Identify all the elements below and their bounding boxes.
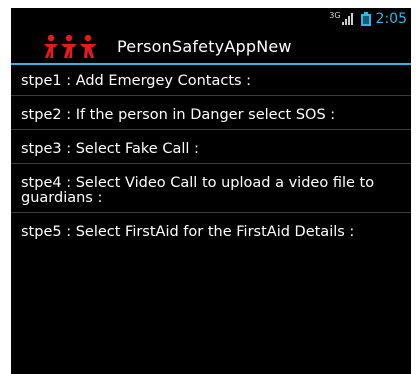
list-item: stpe4 : Select Video Call to upload a vi… [11, 172, 411, 213]
list-item: stpe5 : Select FirstAid for the FirstAid… [21, 224, 355, 240]
app-title: PersonSafetyAppNew [117, 37, 292, 56]
steps-list: stpe1 : Add Emergey Contacts : stpe2 : I… [11, 65, 411, 246]
list-item: stpe2 : If the person in Danger select S… [11, 104, 411, 130]
list-item: stpe1 : Add Emergey Contacts : [11, 70, 411, 96]
phone-screen: 3G 2:05 PersonSafetyAppNew stpe1: Add E… [11, 8, 411, 374]
action-bar: PersonSafetyAppNew [11, 30, 411, 65]
battery-icon [360, 12, 371, 26]
status-bar: 3G 2:05 [11, 8, 411, 30]
status-time: 2:05 [375, 11, 407, 27]
list-item: stpe3 : Select Fake Call : [11, 138, 411, 164]
people-group-logo-icon [44, 34, 97, 58]
signal-bars-icon [341, 13, 353, 25]
network-type-label: 3G [329, 10, 341, 20]
